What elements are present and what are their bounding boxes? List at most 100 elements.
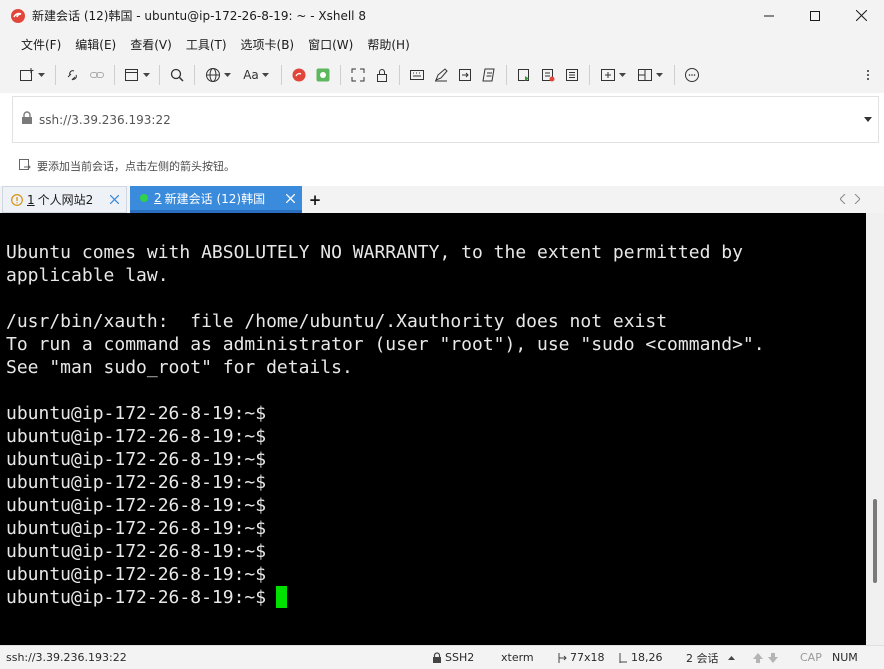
menu-window[interactable]: 窗口(W) [301, 34, 360, 55]
font-icon: Aa [243, 68, 259, 82]
disconnect-button[interactable] [61, 63, 85, 87]
tab-number: 2 [154, 191, 162, 205]
add-tab-button[interactable]: + [302, 186, 328, 213]
menu-file[interactable]: 文件(F) [14, 34, 68, 55]
toolbar-more-button[interactable] [860, 63, 876, 87]
hint-text: 要添加当前会话，点击左侧的箭头按钮。 [37, 160, 235, 173]
terminal-area: Ubuntu comes with ABSOLUTELY NO WARRANTY… [0, 213, 884, 645]
lock-icon [433, 652, 441, 663]
new-tab-button[interactable] [595, 63, 631, 87]
add-icon [601, 69, 615, 81]
address-dropdown-button[interactable] [858, 105, 878, 135]
toolbar-separator [340, 65, 341, 85]
close-icon[interactable] [108, 193, 120, 205]
scrollbar-thumb[interactable] [873, 499, 877, 583]
session-manager-icon [125, 69, 138, 81]
fullscreen-button[interactable] [346, 63, 370, 87]
terminal-line: ubuntu@ip-172-26-8-19:~$ [6, 426, 267, 447]
lock-button[interactable] [370, 63, 394, 87]
tab-navigation [839, 186, 884, 213]
toolbar-separator [399, 65, 400, 85]
globe-icon [206, 68, 220, 82]
status-terminal-type: xterm [501, 651, 534, 664]
arrow-down-icon [768, 652, 778, 663]
menu-tools[interactable]: 工具(T) [179, 34, 234, 55]
tab-label: 个人网站2 [37, 193, 94, 207]
toolbar-separator [506, 65, 507, 85]
info-icon [11, 193, 23, 206]
menu-view[interactable]: 查看(V) [123, 34, 179, 55]
toolbar-separator [281, 65, 282, 85]
menu-tab[interactable]: 选项卡(B) [234, 34, 302, 55]
tab-bar: 1 个人网站2 2 新建会话 (12)韩国 + [0, 186, 884, 213]
tab-session-2[interactable]: 2 新建会话 (12)韩国 [130, 186, 302, 213]
cursor-position-icon [619, 652, 627, 663]
terminal-line: /usr/bin/xauth: file /home/ubuntu/.Xauth… [6, 311, 668, 332]
font-button[interactable]: Aa [236, 63, 276, 87]
terminal-line: ubuntu@ip-172-26-8-19:~$ [6, 449, 267, 470]
arrow-up-icon [753, 652, 763, 663]
new-session-icon [20, 68, 34, 81]
chat-button[interactable] [680, 63, 704, 87]
reconnect-button[interactable] [85, 63, 109, 87]
chevron-left-icon[interactable] [839, 193, 846, 207]
new-session-button[interactable] [14, 63, 50, 87]
menu-help[interactable]: 帮助(H) [360, 34, 416, 55]
terminal-scrollbar[interactable] [866, 213, 884, 645]
terminal-line: To run a command as administrator (user … [6, 334, 765, 355]
xftp-icon [292, 68, 306, 82]
script-icon [482, 68, 495, 82]
toolbar-separator [674, 65, 675, 85]
terminal-line: ubuntu@ip-172-26-8-19:~$ [6, 495, 267, 516]
compose-button[interactable] [429, 63, 453, 87]
find-button[interactable] [165, 63, 189, 87]
compose-icon [435, 68, 448, 82]
tab-session-1[interactable]: 1 个人网站2 [2, 186, 127, 213]
script-button[interactable] [477, 63, 501, 87]
terminal-line: ubuntu@ip-172-26-8-19:~$ [6, 472, 267, 493]
status-size: 77x18 [558, 646, 605, 669]
address-input[interactable] [39, 104, 858, 135]
status-sessions[interactable]: 2 会话 [686, 646, 735, 669]
session-hint-bar: 要添加当前会话，点击左侧的箭头按钮。 [0, 153, 884, 179]
transfer-icon [459, 69, 471, 81]
resize-icon [558, 652, 567, 663]
layout-button[interactable] [631, 63, 669, 87]
chevron-right-icon[interactable] [854, 193, 861, 207]
fullscreen-icon [351, 68, 365, 82]
terminal-output[interactable]: Ubuntu comes with ABSOLUTELY NO WARRANTY… [0, 213, 866, 645]
status-cursor-position: 18,26 [619, 646, 663, 669]
macro-button[interactable] [512, 63, 536, 87]
status-protocol: SSH2 [432, 646, 474, 669]
log-icon [542, 69, 555, 82]
lock-icon [21, 111, 33, 128]
link-icon [90, 72, 104, 78]
close-button[interactable] [838, 0, 884, 31]
keyboard-button[interactable] [405, 63, 429, 87]
toolbar-separator [194, 65, 195, 85]
minimize-button[interactable] [746, 0, 792, 31]
keyboard-icon [410, 70, 424, 80]
close-icon[interactable] [284, 192, 296, 204]
terminal-line: ubuntu@ip-172-26-8-19:~$ [6, 403, 267, 424]
add-session-arrow-icon[interactable] [18, 158, 32, 175]
toolbar-separator [159, 65, 160, 85]
encoding-button[interactable] [200, 63, 236, 87]
terminal-line: See "man sudo_root" for details. [6, 357, 353, 378]
session-manager-button[interactable] [120, 63, 154, 87]
status-num-lock: NUM [832, 651, 858, 664]
title-bar: 新建会话 (12)韩国 - ubuntu@ip-172-26-8-19: ~ -… [0, 0, 884, 31]
toolbar-separator [114, 65, 115, 85]
xagent-button[interactable] [311, 63, 335, 87]
xftp-button[interactable] [287, 63, 311, 87]
notes-button[interactable] [560, 63, 584, 87]
maximize-button[interactable] [792, 0, 838, 31]
menu-bar: 文件(F) 编辑(E) 查看(V) 工具(T) 选项卡(B) 窗口(W) 帮助(… [0, 31, 884, 57]
terminal-line: Ubuntu comes with ABSOLUTELY NO WARRANTY… [6, 242, 743, 263]
log-button[interactable] [536, 63, 560, 87]
terminal-line: applicable law. [6, 265, 169, 286]
menu-edit[interactable]: 编辑(E) [68, 34, 123, 55]
transfer-button[interactable] [453, 63, 477, 87]
